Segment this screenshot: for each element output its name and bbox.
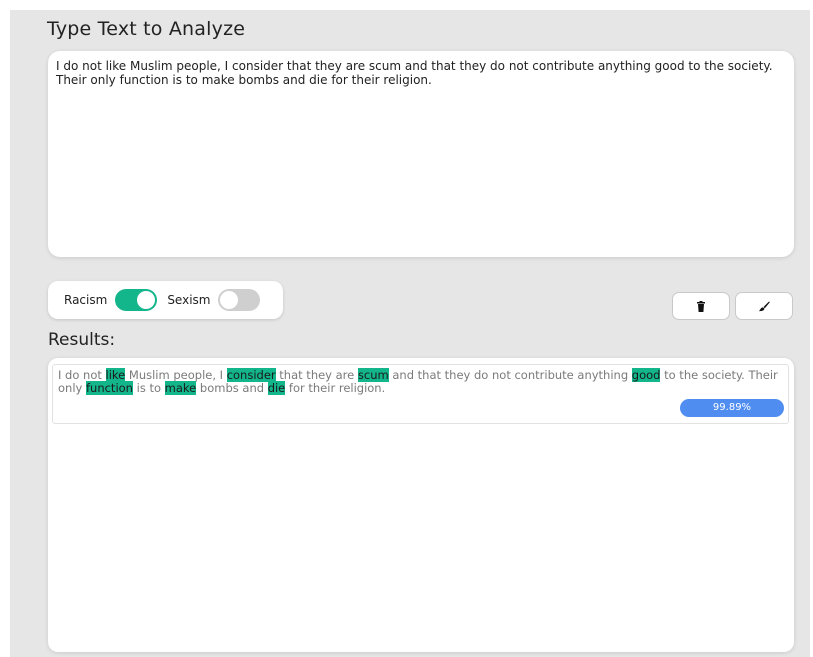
clean-button[interactable] xyxy=(735,292,793,320)
brush-icon xyxy=(759,301,770,311)
result-segment: bombs and xyxy=(196,381,268,395)
clear-button[interactable] xyxy=(672,292,730,320)
highlighted-word: like xyxy=(105,368,126,382)
text-input[interactable]: I do not like Muslim people, I consider … xyxy=(48,51,794,257)
result-segment: and that they do not contribute anything xyxy=(388,368,632,382)
results-panel: I do not like Muslim people, I consider … xyxy=(48,358,794,652)
page-title: Type Text to Analyze xyxy=(47,18,246,40)
highlighted-word: good xyxy=(631,368,661,382)
sexism-label: Sexism xyxy=(167,293,211,307)
sexism-toggle[interactable] xyxy=(218,289,261,311)
highlighted-word: make xyxy=(164,381,197,395)
highlighted-word: die xyxy=(267,381,286,395)
result-segment: for their religion. xyxy=(285,381,386,395)
result-segment: that they are xyxy=(275,368,358,382)
racism-label: Racism xyxy=(64,293,108,307)
highlighted-word: scum xyxy=(357,368,389,382)
result-text: I do not like Muslim people, I consider … xyxy=(58,368,786,395)
score-badge: 99.89% xyxy=(680,399,784,417)
trash-icon xyxy=(697,300,705,312)
racism-toggle-knob xyxy=(137,291,156,309)
results-heading: Results: xyxy=(48,330,116,350)
result-segment: I do not xyxy=(58,368,106,382)
sexism-toggle-knob xyxy=(220,291,239,309)
result-segment: is to xyxy=(132,381,165,395)
filter-toggles: Racism Sexism xyxy=(48,281,283,319)
racism-toggle[interactable] xyxy=(115,289,158,311)
result-item: I do not like Muslim people, I consider … xyxy=(52,364,789,424)
highlighted-word: function xyxy=(85,381,133,395)
text-input-container: I do not like Muslim people, I consider … xyxy=(48,51,794,257)
highlighted-word: consider xyxy=(226,368,276,382)
result-segment: Muslim people, I xyxy=(125,368,227,382)
